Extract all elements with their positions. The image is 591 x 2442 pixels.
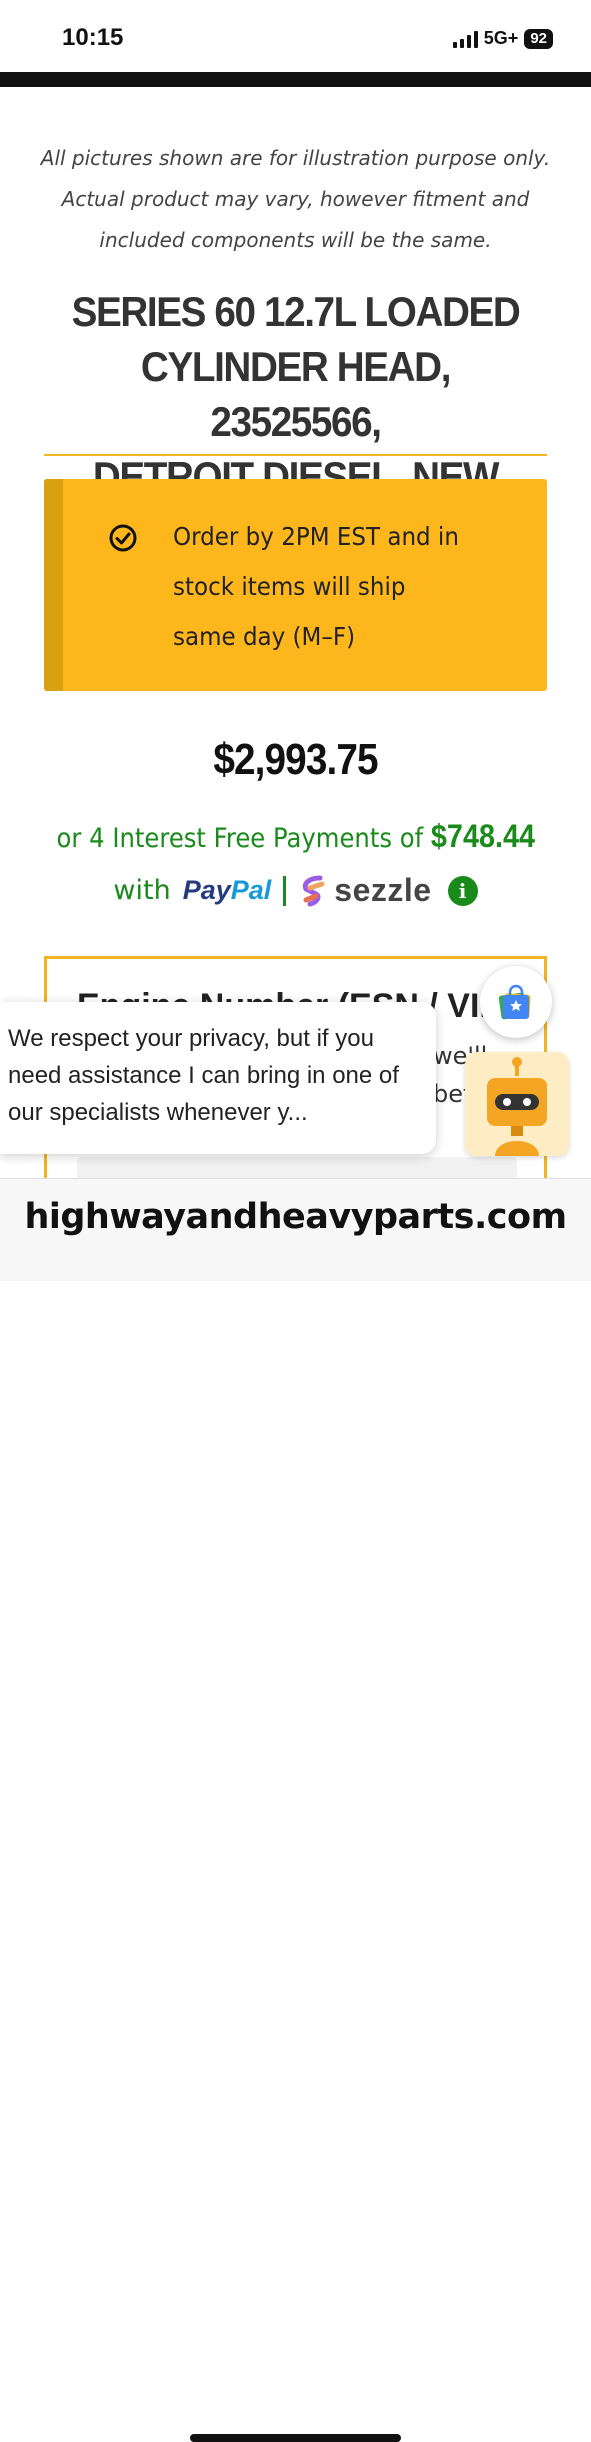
product-title-line: CYLINDER HEAD, 23525566, (140, 343, 452, 445)
shipping-notice-accent (44, 479, 63, 691)
shipping-line: Order by 2PM EST and in (173, 522, 459, 551)
shipping-notice: Order by 2PM EST and in stock items will… (44, 479, 547, 691)
image-disclaimer: All pictures shown are for illustration … (30, 138, 561, 261)
browser-url: highwayandheavyparts.com (24, 1197, 567, 1237)
privacy-message: We respect your privacy, but if you need… (8, 1025, 399, 1126)
shipping-line: same day (M–F) (173, 622, 356, 651)
shipping-line: stock items will ship (173, 572, 406, 601)
installment-text: or 4 Interest Free Payments of (56, 823, 424, 854)
with-label: with (113, 875, 171, 906)
sezzle-wordmark: sezzle (334, 872, 432, 908)
chatbot-icon (487, 1057, 547, 1156)
signal-icon (452, 30, 478, 48)
home-indicator[interactable] (190, 2434, 401, 2442)
header-rule (0, 72, 591, 87)
browser-address-bar[interactable]: highwayandheavyparts.com (0, 1178, 591, 2442)
paypal-logo-pal: Pal (230, 875, 272, 905)
installment-amount: $748.44 (430, 818, 536, 854)
payment-providers: with PayPal sezzle i (0, 872, 591, 909)
product-title: SERIES 60 12.7L LOADED CYLINDER HEAD, 23… (60, 284, 530, 504)
network-label: 5G+ (483, 28, 519, 48)
status-bar: 10:15 5G+ 92 (0, 0, 591, 72)
product-title-line: SERIES 60 12.7L LOADED (71, 288, 521, 335)
status-time: 10:15 (62, 24, 124, 51)
chatbot-button[interactable] (465, 1052, 569, 1156)
battery-icon: 92 (524, 28, 553, 49)
shipping-notice-text: Order by 2PM EST and in stock items will… (173, 512, 486, 662)
status-indicators: 5G+ 92 (452, 28, 553, 49)
sezzle-logo-icon (303, 875, 325, 906)
provider-separator (283, 875, 287, 906)
disclaimer-line: included components will be the same. (99, 228, 492, 252)
privacy-chat-popup[interactable]: We respect your privacy, but if you need… (0, 1002, 436, 1154)
installment-offer: or 4 Interest Free Payments of $748.44 (57, 818, 535, 855)
paypal-logo-pay: Pay (182, 875, 231, 905)
info-icon[interactable]: i (447, 875, 478, 906)
checkmark-circle-icon (109, 524, 137, 552)
disclaimer-line: Actual product may vary, however fitment… (61, 187, 530, 211)
shop-bag-icon (498, 984, 531, 1020)
shop-bag-button[interactable] (480, 966, 552, 1038)
paypal-logo[interactable]: PayPal (183, 875, 272, 906)
sezzle-logo[interactable]: sezzle (298, 872, 431, 909)
product-price: $2,993.75 (213, 735, 378, 784)
disclaimer-line: All pictures shown are for illustration … (40, 146, 551, 170)
title-divider (44, 454, 547, 456)
